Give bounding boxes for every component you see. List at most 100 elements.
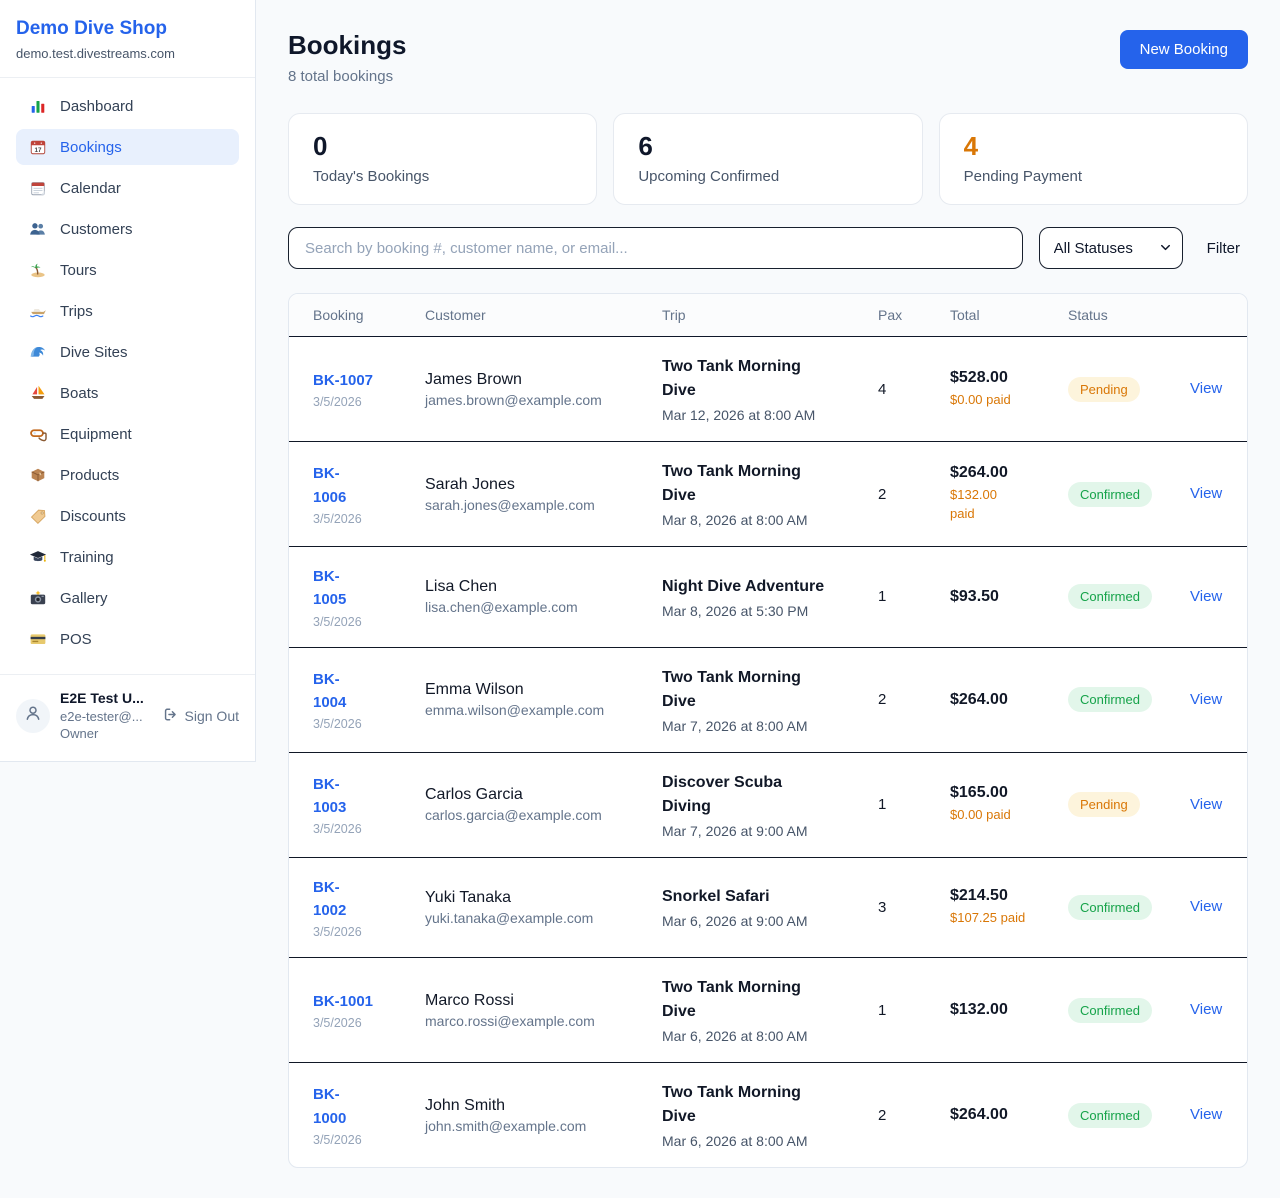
booking-id-link[interactable]: BK- 1003 xyxy=(313,773,346,820)
user-email: e2e-tester@... xyxy=(60,708,152,726)
sidebar-item-label: Tours xyxy=(60,262,97,279)
sidebar-nav: Dashboard 17 Bookings Calendar Customers… xyxy=(0,78,255,674)
booking-id-link[interactable]: BK-1007 xyxy=(313,369,373,392)
paid-amount: $0.00 paid xyxy=(950,391,1068,410)
customer-email: sarah.jones@example.com xyxy=(425,497,662,513)
booking-date: 3/5/2026 xyxy=(313,615,425,629)
trip-name: Two Tank Morning Dive xyxy=(662,355,858,403)
booking-id-link[interactable]: BK- 1002 xyxy=(313,876,346,923)
sidebar-item-customers[interactable]: Customers xyxy=(16,211,239,247)
stat-label: Pending Payment xyxy=(964,168,1223,185)
sidebar-item-label: Training xyxy=(60,549,114,566)
view-link[interactable]: View xyxy=(1190,380,1222,397)
sidebar-item-label: Boats xyxy=(60,385,98,402)
sign-out-button[interactable]: Sign Out xyxy=(162,706,239,726)
trip-datetime: Mar 6, 2026 at 8:00 AM xyxy=(662,1133,858,1149)
sidebar-item-dive-sites[interactable]: Dive Sites xyxy=(16,334,239,370)
booking-id-link[interactable]: BK-1001 xyxy=(313,990,373,1013)
view-link[interactable]: View xyxy=(1190,485,1222,502)
status-select[interactable]: All Statuses xyxy=(1039,227,1183,269)
sidebar-item-boats[interactable]: Boats xyxy=(16,375,239,411)
customer-name: Emma Wilson xyxy=(425,681,662,699)
brand-name: Demo Dive Shop xyxy=(16,18,239,40)
actions-cell: View xyxy=(1190,380,1223,398)
trip-datetime: Mar 8, 2026 at 5:30 PM xyxy=(662,603,858,619)
column-header-total: Total xyxy=(950,307,1068,323)
customer-email: john.smith@example.com xyxy=(425,1118,662,1134)
sidebar-item-bookings[interactable]: 17 Bookings xyxy=(16,129,239,165)
sidebar-item-gallery[interactable]: Gallery xyxy=(16,580,239,616)
paid-amount: $132.00 paid xyxy=(950,486,1068,524)
view-link[interactable]: View xyxy=(1190,691,1222,708)
trip-cell: Two Tank Morning Dive Mar 6, 2026 at 8:0… xyxy=(662,1081,878,1149)
sidebar-item-products[interactable]: Products xyxy=(16,457,239,493)
sidebar-item-label: Dive Sites xyxy=(60,344,128,361)
sidebar-item-dashboard[interactable]: Dashboard xyxy=(16,88,239,124)
table-row: BK- 1005 3/5/2026 Lisa Chen lisa.chen@ex… xyxy=(289,547,1247,648)
pax-cell: 2 xyxy=(878,691,950,708)
view-link[interactable]: View xyxy=(1190,588,1222,605)
trip-name: Two Tank Morning Dive xyxy=(662,976,858,1024)
booking-date: 3/5/2026 xyxy=(313,512,425,526)
actions-cell: View xyxy=(1190,796,1223,814)
customer-email: lisa.chen@example.com xyxy=(425,599,662,615)
sidebar-item-discounts[interactable]: Discounts xyxy=(16,498,239,534)
booking-cell: BK- 1004 3/5/2026 xyxy=(313,668,425,732)
customer-name: Sarah Jones xyxy=(425,476,662,494)
actions-cell: View xyxy=(1190,1001,1223,1019)
island-icon xyxy=(28,261,48,279)
booking-id-link[interactable]: BK- 1006 xyxy=(313,462,346,509)
booking-date: 3/5/2026 xyxy=(313,1133,425,1147)
actions-cell: View xyxy=(1190,485,1223,503)
pax-cell: 3 xyxy=(878,899,950,916)
sailboat-icon xyxy=(28,384,48,402)
total-amount: $93.50 xyxy=(950,588,1068,606)
avatar xyxy=(16,699,50,733)
view-link[interactable]: View xyxy=(1190,796,1222,813)
total-cell: $165.00 $0.00 paid xyxy=(950,784,1068,825)
total-cell: $528.00 $0.00 paid xyxy=(950,369,1068,410)
user-icon xyxy=(23,703,43,728)
customer-cell: Carlos Garcia carlos.garcia@example.com xyxy=(425,786,662,823)
svg-text:17: 17 xyxy=(34,147,42,154)
total-amount: $165.00 xyxy=(950,784,1068,802)
motorboat-icon xyxy=(28,302,48,320)
tag-icon xyxy=(28,507,48,525)
column-header-booking: Booking xyxy=(313,307,425,323)
trip-cell: Night Dive Adventure Mar 8, 2026 at 5:30… xyxy=(662,575,878,619)
sidebar-item-trips[interactable]: Trips xyxy=(16,293,239,329)
paid-amount: $0.00 paid xyxy=(950,806,1068,825)
booking-id-link[interactable]: BK- 1004 xyxy=(313,668,346,715)
booking-date: 3/5/2026 xyxy=(313,717,425,731)
booking-date: 3/5/2026 xyxy=(313,1016,425,1030)
view-link[interactable]: View xyxy=(1190,898,1222,915)
trip-cell: Two Tank Morning Dive Mar 8, 2026 at 8:0… xyxy=(662,460,878,528)
trip-name: Two Tank Morning Dive xyxy=(662,666,858,714)
total-amount: $132.00 xyxy=(950,1001,1068,1019)
sidebar-item-equipment[interactable]: Equipment xyxy=(16,416,239,452)
total-amount: $214.50 xyxy=(950,887,1068,905)
table-header: Booking Customer Trip Pax Total Status xyxy=(289,294,1247,337)
filter-button[interactable]: Filter xyxy=(1199,234,1248,263)
status-badge: Confirmed xyxy=(1068,998,1152,1023)
sidebar-item-calendar[interactable]: Calendar xyxy=(16,170,239,206)
graduation-cap-icon xyxy=(28,548,48,566)
sidebar-item-label: Discounts xyxy=(60,508,126,525)
booking-id-link[interactable]: BK- 1000 xyxy=(313,1083,346,1130)
customer-cell: James Brown james.brown@example.com xyxy=(425,371,662,408)
booking-id-link[interactable]: BK- 1005 xyxy=(313,565,346,612)
bar-chart-icon xyxy=(28,97,48,115)
booking-cell: BK- 1005 3/5/2026 xyxy=(313,565,425,629)
trip-cell: Snorkel Safari Mar 6, 2026 at 9:00 AM xyxy=(662,885,878,929)
search-input[interactable] xyxy=(288,227,1023,269)
sidebar-item-training[interactable]: Training xyxy=(16,539,239,575)
trip-cell: Discover Scuba Diving Mar 7, 2026 at 9:0… xyxy=(662,771,878,839)
view-link[interactable]: View xyxy=(1190,1106,1222,1123)
view-link[interactable]: View xyxy=(1190,1001,1222,1018)
total-cell: $264.00 $132.00 paid xyxy=(950,464,1068,524)
new-booking-button[interactable]: New Booking xyxy=(1120,30,1248,69)
sidebar-item-tours[interactable]: Tours xyxy=(16,252,239,288)
sidebar-item-pos[interactable]: POS xyxy=(16,621,239,657)
trip-cell: Two Tank Morning Dive Mar 6, 2026 at 8:0… xyxy=(662,976,878,1044)
calendar-icon xyxy=(28,179,48,197)
